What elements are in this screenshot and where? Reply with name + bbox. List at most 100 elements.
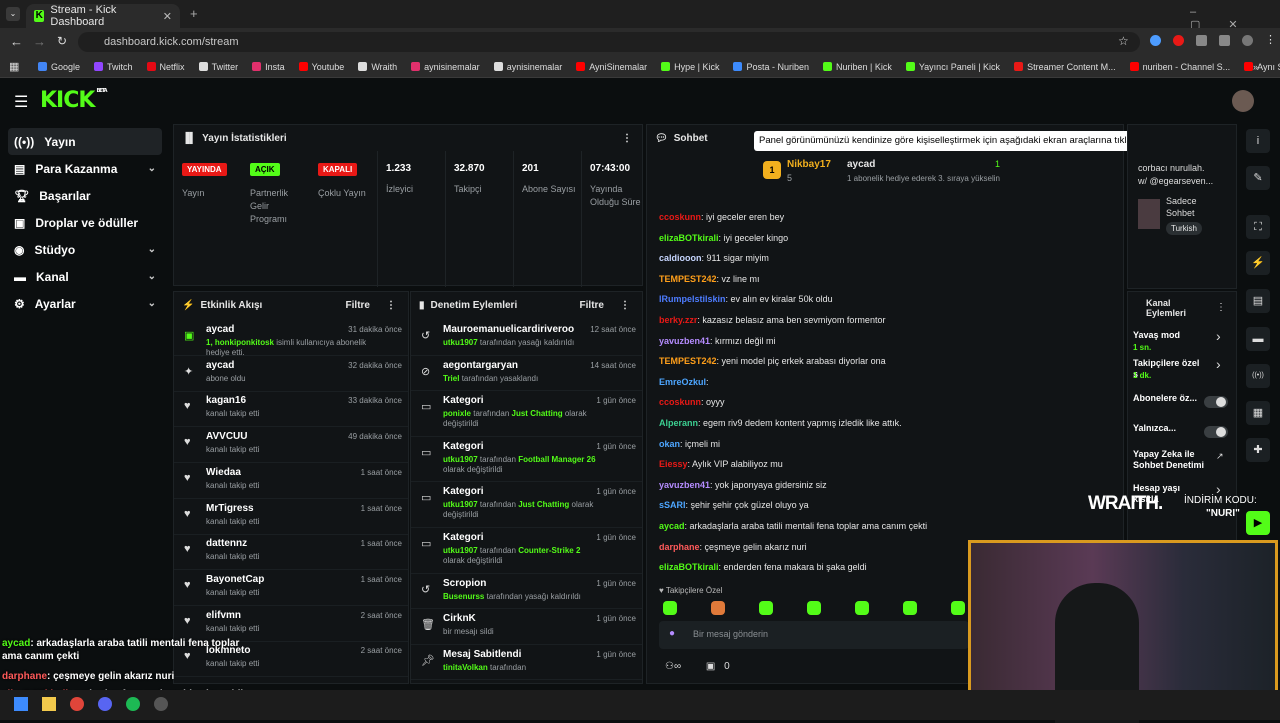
moderation-item[interactable]: ▭ Kategori 1 gün önce utku1907 tarafından J… — [411, 482, 642, 528]
moderation-item[interactable]: ▭ Kategori 1 gün önce utku1907 tarafından C… — [411, 528, 642, 574]
activity-item[interactable]: ♥ kagan16 33 dakika önce kanalı takip etti — [174, 391, 408, 428]
bookmark-item[interactable]: Insta — [252, 62, 285, 72]
extension-icons[interactable]: ⋮ — [1150, 35, 1276, 46]
moderation-item[interactable]: ▭ Kategori 1 gün önce utku1907 tarafından F… — [411, 437, 642, 483]
chat-message[interactable]: elizaBOTkirali: enderden fena makara bi … — [659, 561, 867, 573]
gift-icon[interactable]: ▣ — [706, 661, 715, 672]
bookmark-item[interactable]: Twitch — [94, 62, 133, 72]
bookmark-item[interactable]: AyniSinemalar — [576, 62, 647, 72]
broadcast-icon[interactable]: ((•)) — [1246, 364, 1270, 388]
external-link-icon[interactable]: ↗ — [1216, 451, 1224, 462]
emote-icon[interactable] — [711, 601, 725, 615]
bookmark-item[interactable]: Google — [38, 62, 80, 72]
filter-button[interactable]: Filtre — [346, 300, 370, 311]
chat-message[interactable]: berky.zzr: kazasız belasız ama ben sevmi… — [659, 314, 885, 326]
chat-username[interactable]: Alperann — [659, 418, 698, 428]
chevron-right-icon[interactable]: › — [1216, 356, 1221, 372]
chat-username[interactable]: ccoskunn — [659, 212, 701, 222]
chat-username[interactable]: lRumpelstilskin — [659, 294, 726, 304]
edit-icon[interactable]: ✎ — [1246, 166, 1270, 190]
clipboard-icon[interactable]: ▤ — [1246, 289, 1270, 313]
flag-icon[interactable]: ▶ — [1246, 511, 1270, 535]
chat-input[interactable]: ● Bir mesaj gönderin — [659, 621, 969, 649]
sidebar-item-yayin[interactable]: ((•)) Yayın — [8, 128, 162, 155]
bookmark-item[interactable]: Netflix — [146, 62, 185, 72]
lightning-icon[interactable]: ⚡ — [1246, 251, 1270, 275]
chat-message[interactable]: ccoskunn: oyyy — [659, 396, 725, 408]
chat-message[interactable]: Alperann: egem riv9 dedem kontent yapmış… — [659, 417, 902, 429]
users-icon[interactable]: ⚇∞ — [665, 661, 681, 672]
moderation-item[interactable]: 🗑︎ CirknK 1 gün önce bir mesajı sildi — [411, 609, 642, 645]
chat-message[interactable]: EmreOzkul: — [659, 376, 709, 388]
channel-action-label[interactable]: Yalnızca... — [1133, 423, 1205, 434]
activity-item[interactable]: ✦ aycad 32 dakika önce abone oldu — [174, 356, 408, 392]
emote-icon[interactable] — [903, 601, 917, 615]
chat-message[interactable]: yavuzben41: yok japonyaya gidersiniz siz — [659, 479, 827, 491]
activity-item[interactable]: ▣ aycad 31 dakika önce 1, honkiponkitosk is… — [174, 320, 408, 357]
more-icon[interactable]: ⋮ — [1216, 302, 1226, 313]
fullscreen-icon[interactable]: ⛶ — [1246, 215, 1270, 239]
chevron-right-icon[interactable]: › — [1216, 328, 1221, 344]
gift-user[interactable]: Nikbay17 — [787, 159, 831, 170]
chat-icon[interactable]: ▬ — [1246, 327, 1270, 351]
url-field[interactable]: dashboard.kick.com/stream — [78, 32, 1140, 52]
browser-tab[interactable]: K Stream - Kick Dashboard ✕ — [26, 4, 180, 28]
chat-message[interactable]: Eiessy: Aylık VIP alabiliyoz mu — [659, 458, 783, 470]
sidebar-item-basarilar[interactable]: 🏆︎ Başarılar — [0, 182, 170, 209]
emote-icon[interactable] — [759, 601, 773, 615]
chat-username[interactable]: okan — [659, 439, 680, 449]
sidebar-item-para-kazanma[interactable]: ▤ Para Kazanma ⌄ — [0, 155, 170, 182]
avatar[interactable] — [1232, 90, 1254, 112]
bookmark-item[interactable]: Wraith — [358, 62, 397, 72]
forward-icon[interactable]: → — [33, 34, 46, 49]
bookmark-item[interactable]: nuriben - Channel S... — [1129, 62, 1230, 72]
more-bookmarks-icon[interactable]: » — [1253, 62, 1258, 72]
chat-message[interactable]: lRumpelstilskin: ev alın ev kiralar 50k … — [659, 293, 833, 305]
chat-username[interactable]: TEMPEST242 — [659, 356, 717, 366]
chat-message[interactable]: elizaBOTkirali: iyi geceler kingo — [659, 232, 788, 244]
bookmark-item[interactable]: aynisinemalar — [411, 62, 480, 72]
chat-username[interactable]: caldiooon — [659, 253, 702, 263]
channel-action-toggle[interactable] — [1204, 396, 1228, 408]
moderation-item[interactable]: 📌︎ Mesaj Sabitlendi 1 gün önce tinitaVolkan… — [411, 645, 642, 681]
chat-message[interactable]: ccoskunn: iyi geceler eren bey — [659, 211, 784, 223]
more-icon[interactable]: ⋮ — [386, 300, 396, 311]
chat-message[interactable]: darphane: çeşmeye gelin akarız nuri — [659, 541, 807, 553]
reload-icon[interactable]: ↻ — [57, 34, 67, 48]
emote-icon[interactable] — [855, 601, 869, 615]
moderation-item[interactable]: ↺ Mauroemanuelicardiriveroo 12 saat önce ut… — [411, 320, 642, 356]
bookmark-item[interactable]: Twitter — [198, 62, 238, 72]
emote-icon[interactable] — [663, 601, 677, 615]
chat-message[interactable]: caldiooon: 911 sigar miyim — [659, 252, 769, 264]
chat-username[interactable]: elizaBOTkirali — [659, 233, 719, 243]
back-icon[interactable]: ← — [10, 34, 23, 49]
taskbar-icons[interactable] — [14, 697, 168, 711]
activity-item[interactable]: ♥ Wiedaa 1 saat önce kanalı takip etti — [174, 463, 408, 499]
chat-message[interactable]: yavuzben41: kırmızı değil mi — [659, 335, 776, 347]
chat-username[interactable]: aycad — [659, 521, 685, 531]
bookmark-item[interactable]: Hype | Kick — [661, 62, 719, 72]
bookmark-item[interactable]: Nuriben | Kick — [822, 62, 892, 72]
emote-icon[interactable] — [807, 601, 821, 615]
moderation-item[interactable]: ▭ Kategori 1 gün önce ponixle tarafından Ju… — [411, 391, 642, 437]
activity-item[interactable]: ♥ MrTigress 1 saat önce kanalı takip etti — [174, 499, 408, 535]
activity-item[interactable]: ♥ BayonetCap 1 saat önce kanalı takip etti — [174, 570, 408, 606]
chat-username[interactable]: yavuzben41 — [659, 480, 710, 490]
chat-message[interactable]: TEMPEST242: vz line mı — [659, 273, 760, 285]
bookmark-item[interactable]: Streamer Content M... — [1014, 62, 1116, 72]
new-tab-button[interactable]: + — [190, 6, 198, 21]
activity-item[interactable]: ♥ AVVCUU 49 dakika önce kanalı takip etti — [174, 427, 408, 464]
bookmark-item[interactable]: aynisinemalar — [493, 62, 562, 72]
emote-icon[interactable] — [951, 601, 965, 615]
chat-message[interactable]: TEMPEST242: yeni model piç erkek arabası… — [659, 355, 886, 367]
chat-username[interactable]: yavuzben41 — [659, 336, 710, 346]
chat-username[interactable]: berky.zzr — [659, 315, 697, 325]
bookmark-item[interactable]: Youtube — [298, 62, 344, 72]
chat-username[interactable]: Eiessy — [659, 459, 688, 469]
chat-message[interactable]: okan: içmeli mi — [659, 438, 720, 450]
menu-icon[interactable]: ☰ — [14, 92, 28, 112]
layout-icon[interactable]: ▦ — [1246, 401, 1270, 425]
apps-icon[interactable]: ▦ — [9, 60, 19, 73]
activity-item[interactable]: ♥ dattennz 1 saat önce kanalı takip etti — [174, 534, 408, 571]
tab-list-button[interactable]: ⌄ — [6, 7, 20, 21]
